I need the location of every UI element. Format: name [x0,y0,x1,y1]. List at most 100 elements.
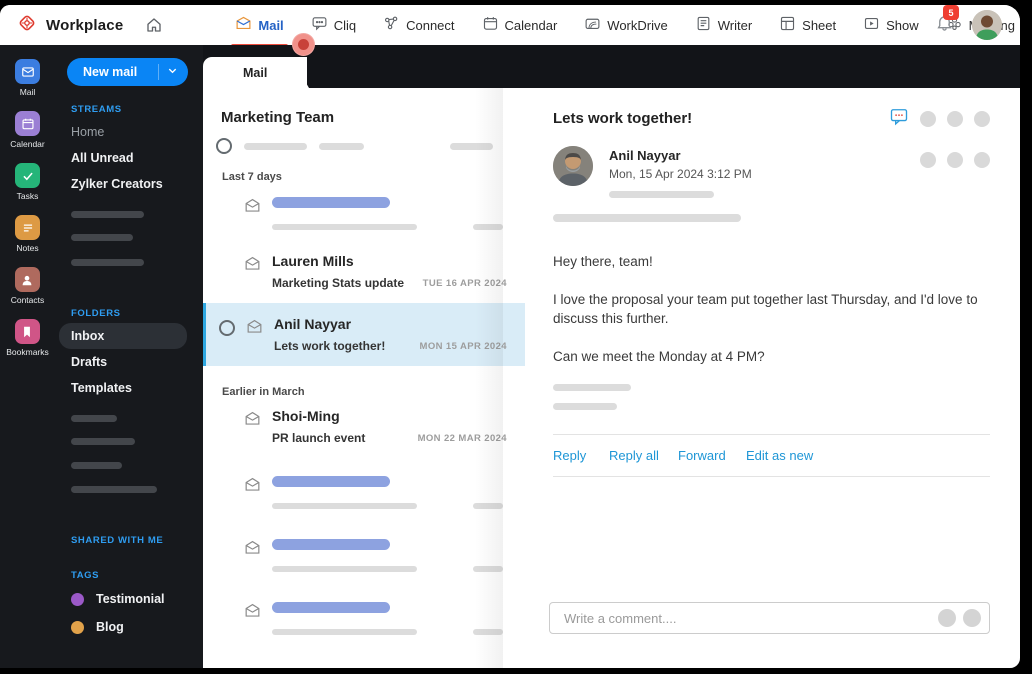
mail-list-panel: Marketing Team Last 7 days Lauren Mills … [203,88,525,668]
list-toolbar [203,126,525,154]
email-checkbox[interactable] [219,320,235,336]
sidebar-item-all-unread[interactable]: All Unread [67,145,203,171]
email-list-item-placeholder[interactable] [203,527,525,582]
brand: Workplace [0,12,123,39]
email-list-item-placeholder[interactable] [203,185,525,240]
rail-item-contacts[interactable]: Contacts [11,267,44,305]
email-list-item[interactable]: Lauren Mills Marketing Stats update TUE … [203,240,525,303]
meta-placeholder [553,214,741,222]
sidebar-item-inbox[interactable]: Inbox [59,323,187,349]
tag-item-blog[interactable]: Blog [67,613,203,641]
main-area: Mail Calendar Tasks Notes Contacts Bookm… [0,45,1020,668]
comment-action-placeholder[interactable] [963,609,981,627]
chevron-down-icon [167,65,178,79]
rail-item-calendar[interactable]: Calendar [10,111,45,149]
sidebar-skeleton [71,462,122,469]
home-icon[interactable] [145,16,163,34]
signature-placeholder [553,384,631,392]
reading-pane: Lets work together! Anil Nayyar Mon, 15 … [525,88,1020,668]
tasks-app-icon [15,163,40,188]
tag-item-testimonial[interactable]: Testimonial [67,585,203,613]
notification-bell-icon[interactable]: 5 [935,5,959,37]
sender-name: Anil Nayyar [609,148,681,163]
calendar-icon [482,15,499,35]
toolbar-action-placeholder[interactable] [974,110,990,127]
nav-tab-connect[interactable]: Connect [383,11,455,39]
nav-tab-workdrive[interactable]: WorkDrive [584,11,668,39]
email-list-item-placeholder[interactable] [203,464,525,519]
nav-tab-calendar[interactable]: Calendar [482,11,557,39]
sidebar-skeleton [71,259,144,266]
notification-badge: 5 [943,5,959,20]
forward-link[interactable]: Forward [678,448,746,463]
bookmarks-app-icon [14,319,40,344]
sidebar-item-drafts[interactable]: Drafts [67,349,203,375]
toolbar-action-placeholder[interactable] [920,110,936,127]
tab-strip: Mail [203,45,1020,88]
nav-tab-show[interactable]: Show [863,11,919,39]
edit-as-new-link[interactable]: Edit as new [746,448,813,463]
chat-bubble-icon [311,15,328,35]
brand-name: Workplace [46,16,124,34]
signature-placeholder [553,403,617,411]
sidebar-item-home[interactable]: Home [67,119,203,145]
email-subject: Lets work together! [553,110,693,127]
sidebar-skeleton [71,486,157,493]
rail-item-tasks[interactable]: Tasks [15,163,40,201]
message-action-placeholder[interactable] [974,152,990,168]
sidebar-skeleton [71,438,135,445]
reply-actions: Reply Reply all Forward Edit as new [553,435,990,476]
network-icon [383,15,400,35]
mail-sidebar: New mail STREAMS Home All Unread Zylker … [55,45,203,668]
sidebar-skeleton [71,211,144,218]
email-list-item-placeholder[interactable] [203,590,525,645]
nav-tab-writer[interactable]: Writer [695,11,752,39]
comment-action-placeholder[interactable] [938,609,956,627]
email-body: Hey there, team! I love the proposal you… [553,254,978,364]
content-tab-mail[interactable]: Mail [205,57,309,88]
contacts-app-icon [14,267,40,292]
toolbar-action-placeholder[interactable] [947,110,963,127]
message-action-placeholder[interactable] [947,152,963,168]
message-action-placeholder[interactable] [920,152,936,168]
new-mail-button[interactable]: New mail [67,58,188,86]
open-envelope-icon [243,254,262,278]
open-envelope-icon [243,475,262,499]
calendar-app-icon [15,111,40,136]
sidebar-item-zylker-creators[interactable]: Zylker Creators [67,171,203,197]
nav-tab-cliq[interactable]: Cliq [311,11,356,39]
tags-heading: TAGS [71,570,100,581]
comment-box [549,602,990,634]
shared-with-me-heading[interactable]: SHARED WITH ME [71,535,203,546]
reply-all-link[interactable]: Reply all [609,448,678,463]
nav-tab-mail[interactable]: Mail [231,11,289,48]
comments-icon[interactable] [889,106,909,131]
sidebar-item-templates[interactable]: Templates [67,375,203,401]
email-list-item[interactable]: Shoi-Ming PR launch event MON 22 MAR 202… [203,400,525,458]
app-rail: Mail Calendar Tasks Notes Contacts Bookm… [0,45,55,668]
recipient-placeholder [609,191,714,198]
workdrive-icon [584,15,601,35]
open-envelope-icon [245,317,264,341]
reply-link[interactable]: Reply [553,448,609,463]
divider [553,476,990,478]
rail-item-notes[interactable]: Notes [15,215,40,253]
sidebar-skeleton [71,234,133,241]
nav-tab-sheet[interactable]: Sheet [779,11,836,39]
workplace-logo-icon [16,12,38,39]
click-indicator [292,33,315,56]
list-title: Marketing Team [221,109,335,126]
list-section-label: Earlier in March [222,386,305,398]
sheet-icon [779,15,796,35]
rail-item-bookmarks[interactable]: Bookmarks [6,319,49,357]
open-envelope-icon [243,409,262,433]
app-window: Workplace Mail Cliq Connect Calendar Wor… [0,5,1020,668]
topbar: Workplace Mail Cliq Connect Calendar Wor… [0,5,1020,48]
email-datetime: Mon, 15 Apr 2024 3:12 PM [609,167,752,181]
notes-app-icon [15,215,40,240]
email-list-item-selected[interactable]: Anil Nayyar Lets work together! MON 15 A… [203,303,525,366]
user-avatar[interactable] [972,10,1002,40]
rail-item-mail[interactable]: Mail [15,59,40,97]
comment-input[interactable] [550,610,931,626]
select-all-checkbox[interactable] [216,138,232,154]
